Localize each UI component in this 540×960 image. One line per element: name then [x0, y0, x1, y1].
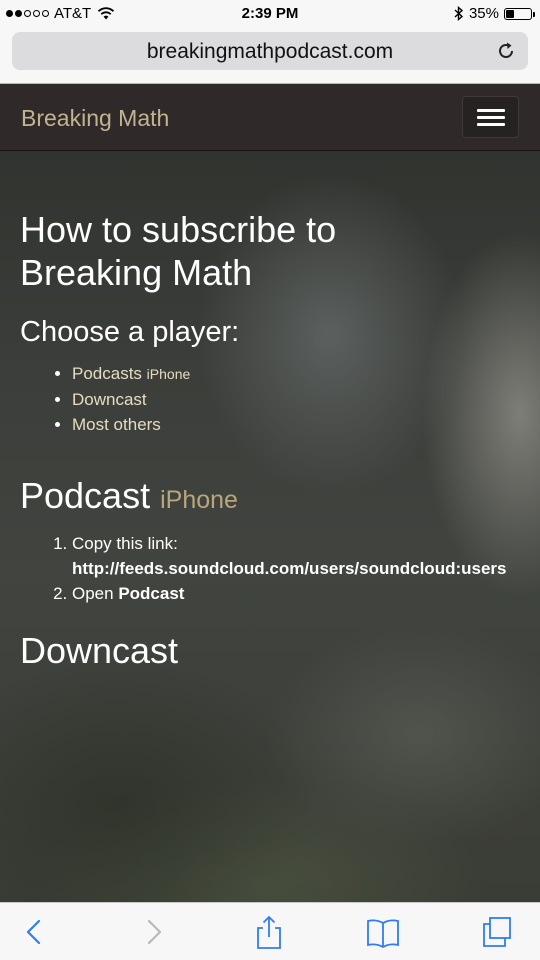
hamburger-bar	[477, 123, 505, 126]
web-page: Breaking Math How to subscribe to Breaki…	[0, 84, 540, 902]
player-label[interactable]: Downcast	[72, 390, 147, 409]
player-label[interactable]: Podcasts	[72, 364, 142, 383]
bluetooth-icon	[454, 6, 464, 21]
site-brand-link[interactable]: Breaking Math	[21, 105, 169, 132]
player-link-downcast[interactable]: Downcast	[72, 387, 540, 412]
player-link-most-others[interactable]: Most others	[72, 412, 540, 437]
choose-player-heading: Choose a player:	[20, 316, 240, 348]
hamburger-bar	[477, 116, 505, 119]
section-title-tag: iPhone	[160, 486, 238, 514]
step-item: Open Podcast	[72, 581, 540, 606]
page-content: How to subscribe to Breaking Math Choose…	[20, 150, 540, 672]
bookmarks-icon[interactable]	[366, 915, 400, 949]
player-tag: iPhone	[146, 366, 191, 382]
step-text: Copy this link:	[72, 534, 178, 553]
back-icon[interactable]	[18, 915, 52, 949]
section-title-text: Podcast	[20, 475, 151, 516]
hamburger-menu-button[interactable]	[462, 96, 519, 138]
url-text[interactable]: breakingmathpodcast.com	[12, 40, 528, 64]
step-text: Open	[72, 584, 114, 603]
reload-icon[interactable]	[496, 41, 516, 61]
downcast-section-title: Downcast	[20, 630, 179, 671]
podcast-steps: Copy this link: http://feeds.soundcloud.…	[20, 531, 540, 606]
step-item: Copy this link: http://feeds.soundcloud.…	[72, 531, 540, 581]
battery-percent: 35%	[468, 5, 499, 22]
share-icon[interactable]	[252, 915, 286, 949]
battery-icon	[504, 7, 535, 20]
status-right: 35%	[454, 5, 535, 22]
player-list: Podcasts iPhone Downcast Most others	[20, 361, 540, 437]
podcast-section-title: Podcast iPhone	[20, 475, 540, 521]
step-app-name: Podcast	[118, 584, 185, 603]
status-bar: AT&T 2:39 PM 35%	[0, 0, 540, 28]
battery-fill	[506, 9, 515, 18]
tabs-icon[interactable]	[480, 915, 514, 949]
site-navbar: Breaking Math	[0, 84, 540, 151]
feed-url-link[interactable]: http://feeds.soundcloud.com/users/soundc…	[72, 556, 540, 581]
forward-icon[interactable]	[136, 915, 170, 949]
player-link-podcasts[interactable]: Podcasts iPhone	[72, 361, 540, 387]
url-field[interactable]: breakingmathpodcast.com	[12, 32, 528, 70]
address-bar-area: breakingmathpodcast.com	[0, 28, 540, 84]
page-title: How to subscribe to Breaking Math	[20, 209, 337, 293]
hamburger-bar	[477, 109, 505, 112]
player-label[interactable]: Most others	[72, 415, 161, 434]
browser-toolbar	[0, 902, 540, 960]
